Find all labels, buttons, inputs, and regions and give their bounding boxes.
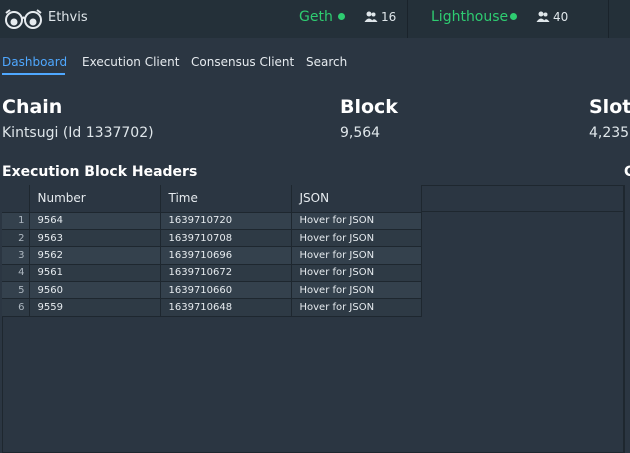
column-header-number[interactable]: Number: [29, 185, 161, 213]
lighthouse-status-dot-icon: [510, 13, 517, 20]
cell-number: 9559: [29, 298, 161, 317]
cell-number: 9563: [29, 229, 161, 248]
cell-number: 9561: [29, 264, 161, 283]
lighthouse-client-label[interactable]: Lighthouse: [431, 9, 508, 25]
cell-json[interactable]: Hover for JSON: [291, 246, 422, 265]
geth-peer-count: 16: [381, 10, 397, 24]
consensus-headers-grid[interactable]: [624, 185, 630, 453]
column-header-time[interactable]: Time: [160, 185, 292, 213]
geth-client-label[interactable]: Geth: [299, 9, 333, 25]
tab-search[interactable]: Search: [306, 55, 347, 69]
cell-json[interactable]: Hover for JSON: [291, 229, 422, 248]
cell-time: 1639710672: [160, 264, 292, 283]
cell-number: 9562: [29, 246, 161, 265]
cell-time: 1639710696: [160, 246, 292, 265]
block-value: 9,564: [340, 125, 381, 141]
geth-status-dot-icon: [338, 13, 345, 20]
row-index: 3: [2, 246, 30, 265]
table-row[interactable]: 6 9559 1639710648 Hover for JSON: [2, 298, 422, 317]
execution-headers-table: Number Time JSON 1 9564 1639710720 Hover…: [2, 185, 422, 317]
column-header-index: [2, 185, 30, 213]
cell-time: 1639710720: [160, 212, 292, 230]
chain-value: Kintsugi (Id 1337702): [2, 125, 154, 141]
row-index: 6: [2, 298, 30, 317]
execution-headers-title: Execution Block Headers: [2, 164, 198, 180]
cell-json[interactable]: Hover for JSON: [291, 212, 422, 230]
tab-consensus-client[interactable]: Consensus Client: [191, 55, 294, 69]
table-row[interactable]: 5 9560 1639710660 Hover for JSON: [2, 281, 422, 300]
table-row[interactable]: 1 9564 1639710720 Hover for JSON: [2, 212, 422, 230]
top-bar-divider: [608, 0, 609, 38]
tab-dashboard[interactable]: Dashboard: [2, 55, 67, 69]
slot-label: Slot: [589, 96, 630, 118]
people-icon: [364, 11, 378, 22]
cell-time: 1639710708: [160, 229, 292, 248]
cell-json[interactable]: Hover for JSON: [291, 264, 422, 283]
cell-json[interactable]: Hover for JSON: [291, 298, 422, 317]
glasses-logo-icon: [5, 9, 42, 29]
table-header-row: Number Time JSON: [2, 185, 422, 213]
cell-time: 1639710648: [160, 298, 292, 317]
chain-label: Chain: [2, 96, 63, 118]
grid-header-filler: [421, 185, 624, 212]
block-label: Block: [340, 96, 398, 118]
row-index: 1: [2, 212, 30, 230]
table-row[interactable]: 3 9562 1639710696 Hover for JSON: [2, 246, 422, 265]
top-bar: Ethvis Geth 16 Lighthouse 40: [0, 0, 630, 38]
consensus-headers-title-fragment: C: [624, 164, 630, 180]
cell-number: 9564: [29, 212, 161, 230]
tab-execution-client[interactable]: Execution Client: [82, 55, 179, 69]
table-row[interactable]: 4 9561 1639710672 Hover for JSON: [2, 264, 422, 283]
cell-time: 1639710660: [160, 281, 292, 300]
active-tab-indicator: [2, 73, 65, 75]
people-icon: [536, 11, 550, 22]
table-row[interactable]: 2 9563 1639710708 Hover for JSON: [2, 229, 422, 248]
top-bar-divider: [407, 0, 408, 38]
cell-json[interactable]: Hover for JSON: [291, 281, 422, 300]
lighthouse-peer-count: 40: [553, 10, 569, 24]
row-index: 4: [2, 264, 30, 283]
app-title: Ethvis: [48, 10, 88, 25]
row-index: 5: [2, 281, 30, 300]
cell-number: 9560: [29, 281, 161, 300]
slot-value: 4,235: [589, 125, 630, 141]
column-header-json[interactable]: JSON: [291, 185, 422, 213]
row-index: 2: [2, 229, 30, 248]
